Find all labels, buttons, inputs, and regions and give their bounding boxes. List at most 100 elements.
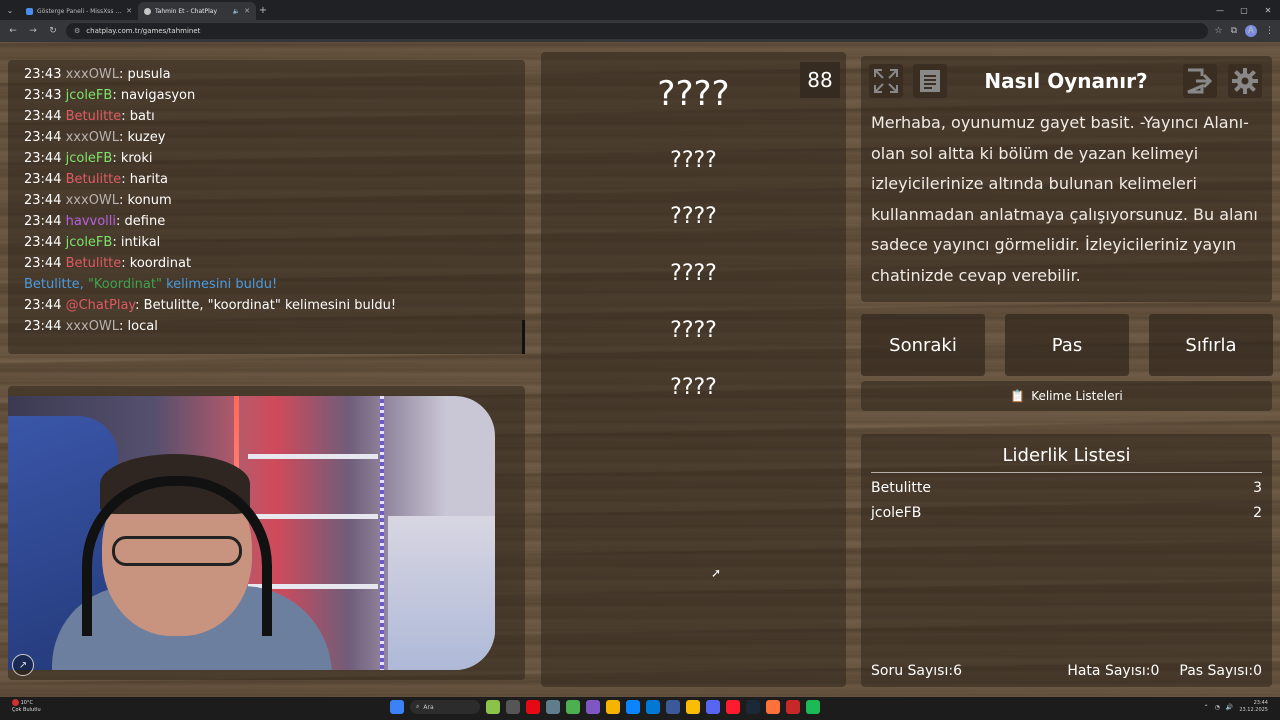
chat-message: 23:43 xxxOWL: pusula [24, 64, 509, 85]
exit-icon[interactable] [1183, 64, 1217, 98]
reload-icon[interactable]: ↻ [46, 24, 60, 38]
chat-username[interactable]: xxxOWL [66, 193, 119, 208]
edge-icon[interactable] [626, 700, 640, 714]
chat-time: 23:44 [24, 193, 62, 208]
netflix-icon[interactable] [526, 700, 540, 714]
speaker-icon[interactable]: 🔈 [233, 8, 240, 15]
chat-message: 23:44 Betulitte: harita [24, 169, 509, 190]
tab-search-icon[interactable]: ⌄ [0, 0, 20, 20]
pass-button[interactable]: Pas [1005, 314, 1129, 376]
chat-message: 23:44 jcoleFB: kroki [24, 148, 509, 169]
chat-username[interactable]: xxxOWL [66, 67, 119, 82]
back-icon[interactable]: ← [6, 24, 20, 38]
widget-icon[interactable] [486, 700, 500, 714]
chat-username[interactable]: havvolli [66, 214, 116, 229]
discord-icon[interactable] [706, 700, 720, 714]
target-word: ???? [657, 74, 730, 114]
start-icon[interactable] [390, 700, 404, 714]
expand-arrow-icon[interactable]: ↗ [12, 654, 34, 676]
chat-username[interactable]: @ChatPlay [66, 298, 136, 313]
new-tab-button[interactable]: + [256, 5, 270, 16]
browser-menu-icon[interactable]: ⋮ [1265, 26, 1274, 36]
chat-panel: 23:43 xxxOWL: pusula 23:43 jcoleFB: navig… [8, 60, 525, 354]
chat-username[interactable]: jcoleFB [66, 151, 113, 166]
notice-text: "Koordinat" [87, 277, 162, 292]
site-info-icon[interactable]: ⚙ [74, 27, 80, 35]
chrome-icon[interactable] [686, 700, 700, 714]
forbidden-word: ???? [670, 375, 717, 400]
leaderboard-row: Betulitte 3 [871, 480, 1262, 496]
forbidden-word: ???? [670, 261, 717, 286]
chat-text: : navigasyon [112, 88, 196, 103]
chat-username[interactable]: Betulitte [66, 172, 122, 187]
word-lists-button[interactable]: 📋 Kelime Listeleri [861, 381, 1272, 411]
tab-title: Gösterge Paneli - MissXss AI B... [37, 7, 122, 15]
profile-avatar[interactable]: A [1245, 25, 1257, 37]
chat-time: 23:44 [24, 151, 62, 166]
address-bar: ← → ↻ ⚙ chatplay.com.tr/games/tahminet ☆… [0, 20, 1280, 42]
settings-gear-icon[interactable] [1228, 64, 1262, 98]
chat-username[interactable]: Betulitte [66, 256, 122, 271]
chat-message: 23:44 Betulitte: koordinat [24, 253, 509, 274]
app-icon[interactable] [666, 700, 680, 714]
volume-icon[interactable]: 🔊 [1226, 704, 1233, 711]
weather-widget[interactable]: 10°C Çok Bulutlu [12, 699, 41, 714]
minimize-icon[interactable]: — [1208, 0, 1232, 20]
url-input[interactable]: ⚙ chatplay.com.tr/games/tahminet [66, 23, 1209, 39]
chat-text: : kuzey [119, 130, 166, 145]
app-icon[interactable] [586, 700, 600, 714]
chat-username[interactable]: jcoleFB [66, 235, 113, 250]
chat-time: 23:43 [24, 67, 62, 82]
tab-dashboard[interactable]: Gösterge Paneli - MissXss AI B... ✕ [20, 2, 138, 20]
chat-username[interactable]: xxxOWL [66, 319, 119, 334]
error-count: Hata Sayısı:0 [1067, 663, 1160, 679]
opera-icon[interactable] [726, 700, 740, 714]
close-tab-icon[interactable]: ✕ [126, 7, 132, 15]
store-icon[interactable] [646, 700, 660, 714]
network-icon[interactable]: ◔ [1215, 704, 1220, 711]
close-window-icon[interactable]: ✕ [1256, 0, 1280, 20]
chat-username[interactable]: xxxOWL [66, 130, 119, 145]
clock[interactable]: 23:44 23.12.2025 [1239, 700, 1268, 714]
how-to-play-panel: Nasıl Oynanır? Merhaba, oyunumuz gayet b… [861, 56, 1272, 302]
tab-tahmin-et[interactable]: Tahmin Et - ChatPlay 🔈 ✕ [138, 2, 256, 20]
file-explorer-icon[interactable] [606, 700, 620, 714]
mouse-cursor-icon: ➚ [711, 566, 722, 580]
leaderboard-panel: Liderlik Listesi Betulitte 3 jcoleFB 2 S… [861, 434, 1272, 687]
tray-chevron-icon[interactable]: ⌃ [1204, 704, 1209, 711]
bookmark-star-icon[interactable]: ☆ [1214, 26, 1222, 36]
chat-message: 23:44 jcoleFB: intikal [24, 232, 509, 253]
next-button[interactable]: Sonraki [861, 314, 985, 376]
spotify-icon[interactable] [806, 700, 820, 714]
chat-text: : Betulitte, "koordinat" kelimesini buld… [135, 298, 397, 313]
close-tab-icon[interactable]: ✕ [244, 7, 250, 15]
app-icon[interactable] [786, 700, 800, 714]
notes-icon[interactable] [913, 64, 947, 98]
chat-username[interactable]: jcoleFB [66, 88, 113, 103]
search-placeholder: Ara [423, 703, 434, 711]
firefox-icon[interactable] [766, 700, 780, 714]
url-text: chatplay.com.tr/games/tahminet [86, 27, 201, 35]
chat-message: 23:44 havvolli: define [24, 211, 509, 232]
chat-time: 23:44 [24, 298, 62, 313]
chat-text: : batı [121, 109, 155, 124]
task-view-icon[interactable] [506, 700, 520, 714]
maximize-icon[interactable]: ▢ [1232, 0, 1256, 20]
app-icon[interactable] [566, 700, 580, 714]
chat-time: 23:44 [24, 130, 62, 145]
forward-icon[interactable]: → [26, 24, 40, 38]
steam-icon[interactable] [746, 700, 760, 714]
player-score: 3 [1253, 480, 1262, 496]
chat-username[interactable]: Betulitte [66, 109, 122, 124]
chat-scrollbar[interactable] [522, 320, 525, 354]
tab-title: Tahmin Et - ChatPlay [155, 7, 218, 15]
extensions-icon[interactable]: ⧉ [1231, 26, 1237, 36]
browser-tab-bar: ⌄ Gösterge Paneli - MissXss AI B... ✕ Ta… [0, 0, 1280, 20]
notice-text: kelimesini buldu! [161, 277, 278, 292]
tab-favicon-icon [144, 7, 151, 15]
app-icon[interactable] [546, 700, 560, 714]
reset-button[interactable]: Sıfırla [1149, 314, 1273, 376]
taskbar-search[interactable]: ⌕ Ara [410, 700, 480, 714]
fullscreen-icon[interactable] [869, 64, 903, 98]
clipboard-icon: 📋 [1010, 389, 1026, 403]
